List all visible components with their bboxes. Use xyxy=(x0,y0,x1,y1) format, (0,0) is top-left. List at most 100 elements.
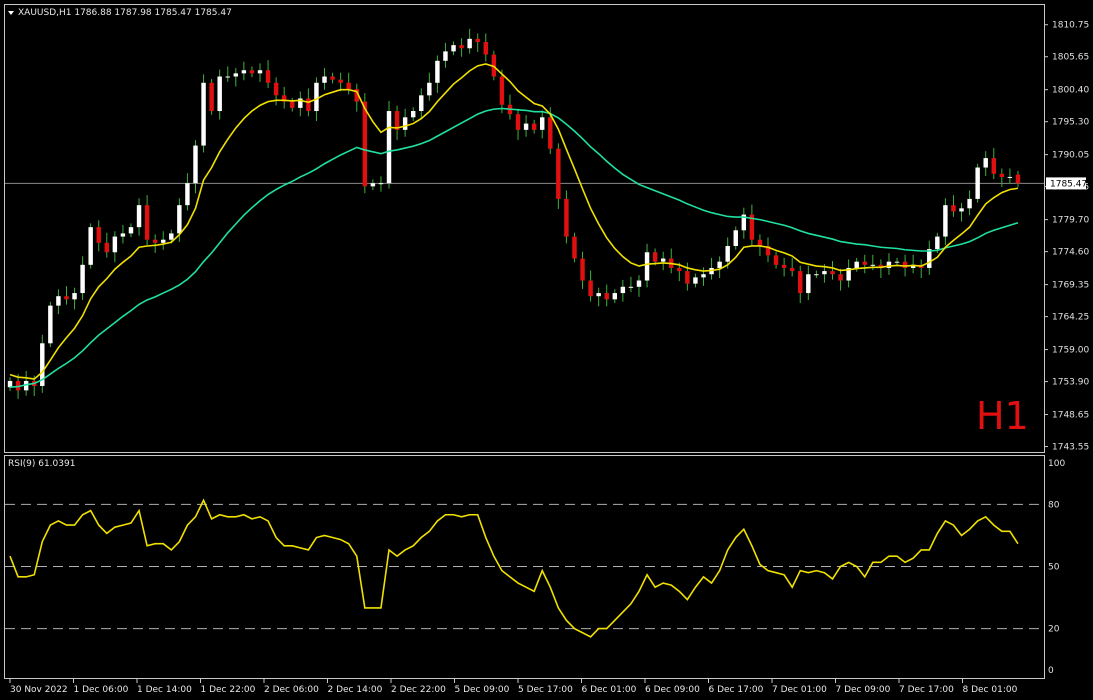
bull-candle[interactable] xyxy=(112,236,118,253)
bear-candle[interactable] xyxy=(330,76,335,80)
bear-candle[interactable] xyxy=(902,261,908,268)
bull-candle[interactable] xyxy=(854,261,859,268)
bear-candle[interactable] xyxy=(556,148,561,199)
bull-candle[interactable] xyxy=(225,76,230,78)
bear-candle[interactable] xyxy=(781,264,787,268)
bull-candle[interactable] xyxy=(169,233,174,240)
bull-candle[interactable] xyxy=(612,293,618,300)
bull-candle[interactable] xyxy=(628,286,634,288)
bull-candle[interactable] xyxy=(48,305,53,344)
bull-candle[interactable] xyxy=(894,261,900,263)
bear-candle[interactable] xyxy=(249,70,255,74)
bull-candle[interactable] xyxy=(523,123,529,130)
bear-candle[interactable] xyxy=(652,252,658,262)
bear-candle[interactable] xyxy=(685,271,690,284)
bear-candle[interactable] xyxy=(265,70,271,83)
bear-candle[interactable] xyxy=(999,173,1005,177)
bull-candle[interactable] xyxy=(136,205,142,228)
bear-candle[interactable] xyxy=(362,101,368,187)
bull-candle[interactable] xyxy=(120,233,126,237)
bull-candle[interactable] xyxy=(378,183,384,185)
bull-candle[interactable] xyxy=(540,117,545,130)
bull-candle[interactable] xyxy=(177,205,182,234)
bull-candle[interactable] xyxy=(451,45,456,52)
bull-candle[interactable] xyxy=(644,252,650,281)
bear-candle[interactable] xyxy=(604,293,609,300)
bear-candle[interactable] xyxy=(499,76,505,105)
bear-candle[interactable] xyxy=(789,267,795,272)
bull-candle[interactable] xyxy=(967,198,972,209)
bull-candle[interactable] xyxy=(419,95,424,112)
bear-candle[interactable] xyxy=(798,271,803,294)
bear-candle[interactable] xyxy=(531,123,537,130)
candles[interactable] xyxy=(7,28,1021,399)
bull-candle[interactable] xyxy=(636,280,642,287)
bull-candle[interactable] xyxy=(870,264,876,266)
bear-candle[interactable] xyxy=(144,205,150,240)
bull-candle[interactable] xyxy=(233,73,239,77)
bull-candle[interactable] xyxy=(217,76,222,112)
bull-candle[interactable] xyxy=(80,264,85,294)
bull-candle[interactable] xyxy=(161,239,166,243)
bear-candle[interactable] xyxy=(209,82,214,112)
bear-candle[interactable] xyxy=(273,82,279,96)
bull-candle[interactable] xyxy=(185,183,190,206)
bear-candle[interactable] xyxy=(459,45,464,49)
bear-candle[interactable] xyxy=(475,38,480,42)
bull-candle[interactable] xyxy=(370,183,376,187)
bull-candle[interactable] xyxy=(959,208,964,212)
main-price-panel[interactable] xyxy=(4,4,1045,453)
bear-candle[interactable] xyxy=(548,117,553,149)
bull-candle[interactable] xyxy=(717,261,722,268)
bull-candle[interactable] xyxy=(814,274,819,276)
bull-candle[interactable] xyxy=(128,227,134,234)
bear-candle[interactable] xyxy=(306,98,311,112)
bull-candle[interactable] xyxy=(620,286,626,294)
bear-candle[interactable] xyxy=(677,267,682,272)
bull-candle[interactable] xyxy=(402,117,408,130)
bear-candle[interactable] xyxy=(152,239,158,243)
bull-candle[interactable] xyxy=(935,236,940,250)
trading-chart[interactable]: 1810.751805.651800.401795.301790.051784.… xyxy=(0,0,1093,700)
bull-candle[interactable] xyxy=(975,167,980,199)
bear-candle[interactable] xyxy=(104,242,110,253)
bear-candle[interactable] xyxy=(773,255,779,265)
bull-candle[interactable] xyxy=(427,82,432,96)
dropdown-arrow-icon[interactable] xyxy=(8,11,14,15)
bear-candle[interactable] xyxy=(515,114,521,130)
bull-candle[interactable] xyxy=(467,38,472,49)
bull-candle[interactable] xyxy=(435,60,440,83)
bear-candle[interactable] xyxy=(346,82,351,90)
bull-candle[interactable] xyxy=(443,51,448,61)
bear-candle[interactable] xyxy=(580,258,585,281)
bull-candle[interactable] xyxy=(822,271,827,275)
bear-candle[interactable] xyxy=(572,236,577,259)
bull-candle[interactable] xyxy=(983,158,988,168)
bull-candle[interactable] xyxy=(733,230,738,246)
bull-candle[interactable] xyxy=(1007,176,1013,178)
bear-candle[interactable] xyxy=(483,41,488,55)
bear-candle[interactable] xyxy=(991,158,996,174)
bull-candle[interactable] xyxy=(410,111,416,118)
bull-candle[interactable] xyxy=(7,380,13,388)
bull-candle[interactable] xyxy=(56,296,61,306)
bull-candle[interactable] xyxy=(72,293,77,300)
bull-candle[interactable] xyxy=(927,249,932,268)
bull-candle[interactable] xyxy=(314,82,319,112)
bull-candle[interactable] xyxy=(701,274,706,278)
bear-candle[interactable] xyxy=(588,280,593,297)
bear-candle[interactable] xyxy=(96,227,101,243)
bull-candle[interactable] xyxy=(596,293,601,297)
bull-candle[interactable] xyxy=(193,145,198,184)
bull-candle[interactable] xyxy=(725,245,730,262)
bull-candle[interactable] xyxy=(201,82,206,146)
bear-candle[interactable] xyxy=(64,296,69,300)
bull-candle[interactable] xyxy=(241,70,247,74)
bull-candle[interactable] xyxy=(806,274,811,294)
bear-candle[interactable] xyxy=(1015,174,1021,184)
bear-candle[interactable] xyxy=(830,271,835,275)
bull-candle[interactable] xyxy=(386,111,392,184)
bear-candle[interactable] xyxy=(338,79,343,83)
bull-candle[interactable] xyxy=(693,277,698,284)
bull-candle[interactable] xyxy=(943,205,948,237)
